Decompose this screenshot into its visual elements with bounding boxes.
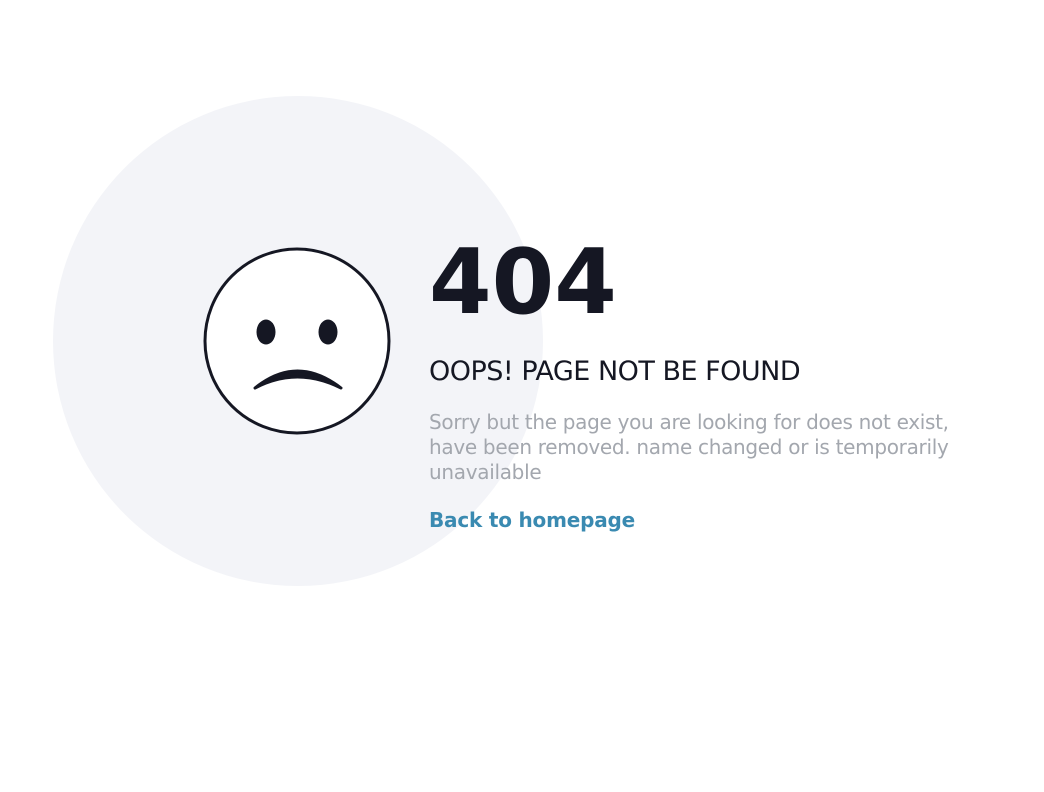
error-headline: OOPS! PAGE NOT BE FOUND xyxy=(429,356,801,387)
error-code: 404 xyxy=(429,230,617,335)
error-content: 404 OOPS! PAGE NOT BE FOUND Sorry but th… xyxy=(429,238,1009,533)
sad-face-icon xyxy=(202,246,392,436)
error-description: Sorry but the page you are looking for d… xyxy=(429,410,949,484)
back-to-homepage-link[interactable]: Back to homepage xyxy=(429,507,635,533)
